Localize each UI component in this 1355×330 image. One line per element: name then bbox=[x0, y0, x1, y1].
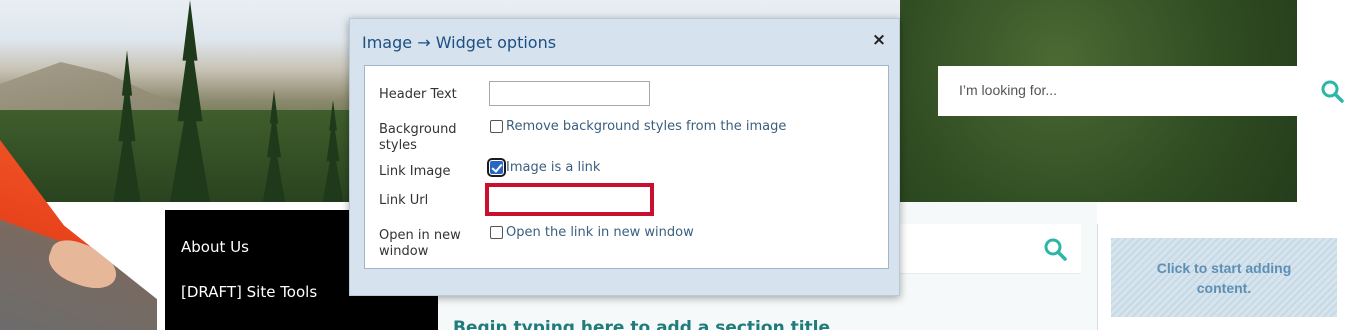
link-url-field[interactable] bbox=[485, 183, 654, 216]
image-is-link-checkbox-label[interactable]: Image is a link bbox=[506, 160, 600, 175]
background-styles-label: Background styles bbox=[379, 122, 457, 153]
site-search-bar[interactable]: I’m looking for... bbox=[938, 66, 1297, 116]
search-button[interactable] bbox=[1318, 78, 1348, 106]
close-icon[interactable]: × bbox=[870, 31, 888, 49]
sidebar-item-site-tools[interactable]: [DRAFT] Site Tools bbox=[181, 283, 317, 301]
header-text-label: Header Text bbox=[379, 87, 457, 102]
remove-background-checkbox[interactable] bbox=[490, 120, 503, 133]
link-url-input[interactable] bbox=[489, 187, 650, 212]
open-new-window-label: Open in new window bbox=[379, 228, 461, 259]
remove-background-option[interactable]: Remove background styles from the image bbox=[490, 119, 786, 134]
image-is-link-option[interactable]: Image is a link bbox=[487, 158, 600, 177]
open-new-window-option[interactable]: Open the link in new window bbox=[490, 225, 694, 240]
search-icon bbox=[1044, 238, 1067, 261]
widget-options-dialog: Image → Widget options × Header Text Bac… bbox=[349, 18, 900, 296]
image-is-link-checkbox[interactable] bbox=[487, 158, 506, 177]
remove-background-checkbox-label[interactable]: Remove background styles from the image bbox=[506, 119, 786, 134]
section-title-placeholder[interactable]: Begin typing here to add a section title bbox=[453, 318, 830, 330]
header-text-field[interactable] bbox=[489, 81, 650, 106]
link-url-label: Link Url bbox=[379, 193, 429, 208]
column-divider bbox=[1097, 224, 1098, 330]
arm bbox=[43, 234, 123, 296]
dialog-title: Image → Widget options bbox=[362, 33, 557, 52]
header-text-input[interactable] bbox=[490, 82, 649, 105]
search-icon bbox=[1321, 80, 1344, 103]
link-image-label: Link Image bbox=[379, 164, 451, 179]
open-new-window-checkbox[interactable] bbox=[490, 226, 503, 239]
sidebar-item-about-us[interactable]: About Us bbox=[181, 238, 249, 256]
open-new-window-checkbox-label[interactable]: Open the link in new window bbox=[506, 225, 694, 240]
dialog-body: Header Text Background styles Remove bac… bbox=[364, 65, 889, 269]
content-search-button[interactable] bbox=[1042, 236, 1070, 264]
add-content-placeholder[interactable]: Click to start adding content. bbox=[1111, 238, 1337, 317]
search-placeholder: I’m looking for... bbox=[959, 82, 1058, 98]
